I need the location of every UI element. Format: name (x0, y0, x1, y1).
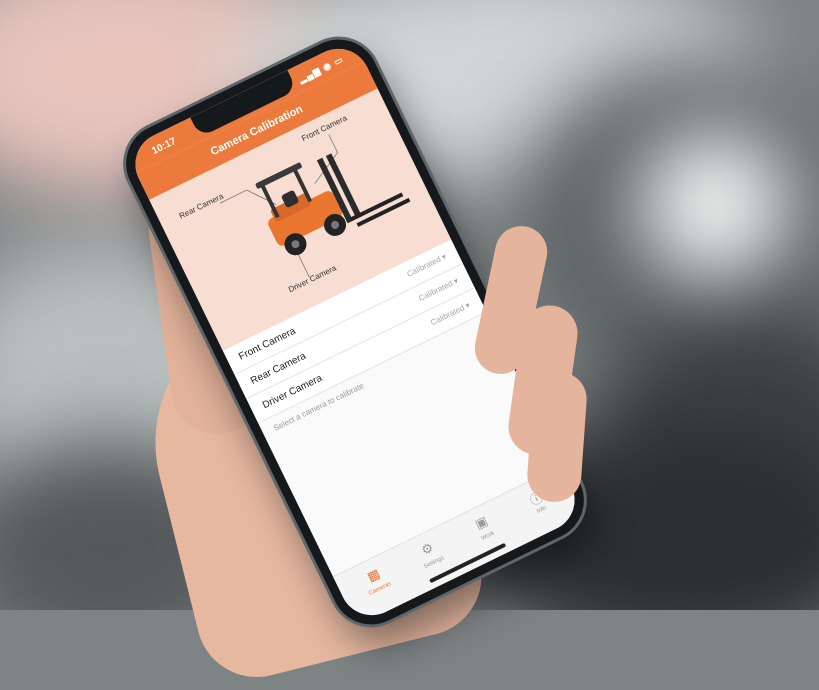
tab-info[interactable]: ⓘ Info (504, 476, 571, 527)
